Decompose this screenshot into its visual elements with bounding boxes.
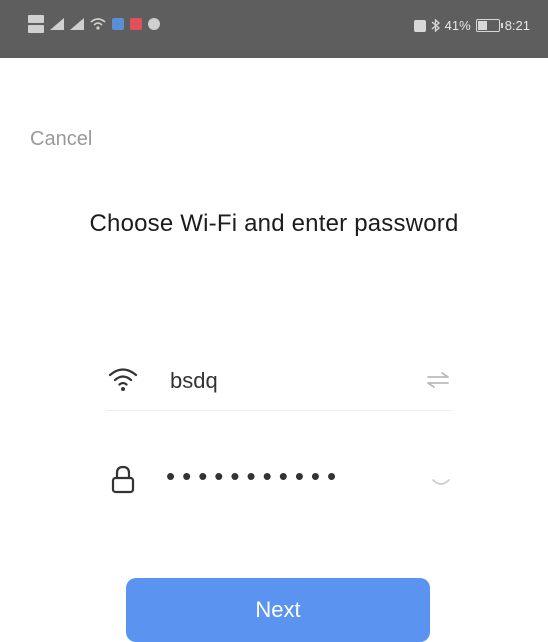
status-bar: 41% 8:21 xyxy=(0,0,548,58)
wifi-icon xyxy=(90,18,106,30)
eye-closed-icon[interactable] xyxy=(430,470,452,492)
clock: 8:21 xyxy=(504,18,530,33)
signal-icon xyxy=(70,18,84,30)
wifi-ssid: bsdq xyxy=(170,368,218,393)
nfc-icon xyxy=(413,19,426,32)
wifi-icon xyxy=(108,368,138,391)
bluetooth-icon xyxy=(431,19,440,32)
wifi-selector[interactable]: bsdq xyxy=(106,350,452,411)
page-title: Choose Wi-Fi and enter password xyxy=(89,210,459,237)
app-icon xyxy=(112,18,124,30)
app-icon xyxy=(148,18,160,30)
password-input[interactable]: ••••••••••• xyxy=(166,461,343,492)
status-icons-right: 41% 8:21 xyxy=(413,18,530,33)
password-field[interactable]: ••••••••••• xyxy=(106,450,452,510)
battery-level-fill xyxy=(477,21,487,30)
next-button[interactable]: Next xyxy=(126,578,430,642)
swap-icon[interactable] xyxy=(424,370,452,390)
cancel-button[interactable]: Cancel xyxy=(30,128,92,151)
sim-icon xyxy=(28,14,44,34)
battery-percent: 41% xyxy=(444,18,471,33)
signal-icon xyxy=(50,18,64,30)
battery-icon xyxy=(475,19,503,32)
wifi-config-sheet: Cancel Choose Wi-Fi and enter password b… xyxy=(0,70,548,642)
status-icons-left xyxy=(28,14,160,34)
app-icon xyxy=(130,18,142,30)
lock-icon xyxy=(111,465,135,494)
